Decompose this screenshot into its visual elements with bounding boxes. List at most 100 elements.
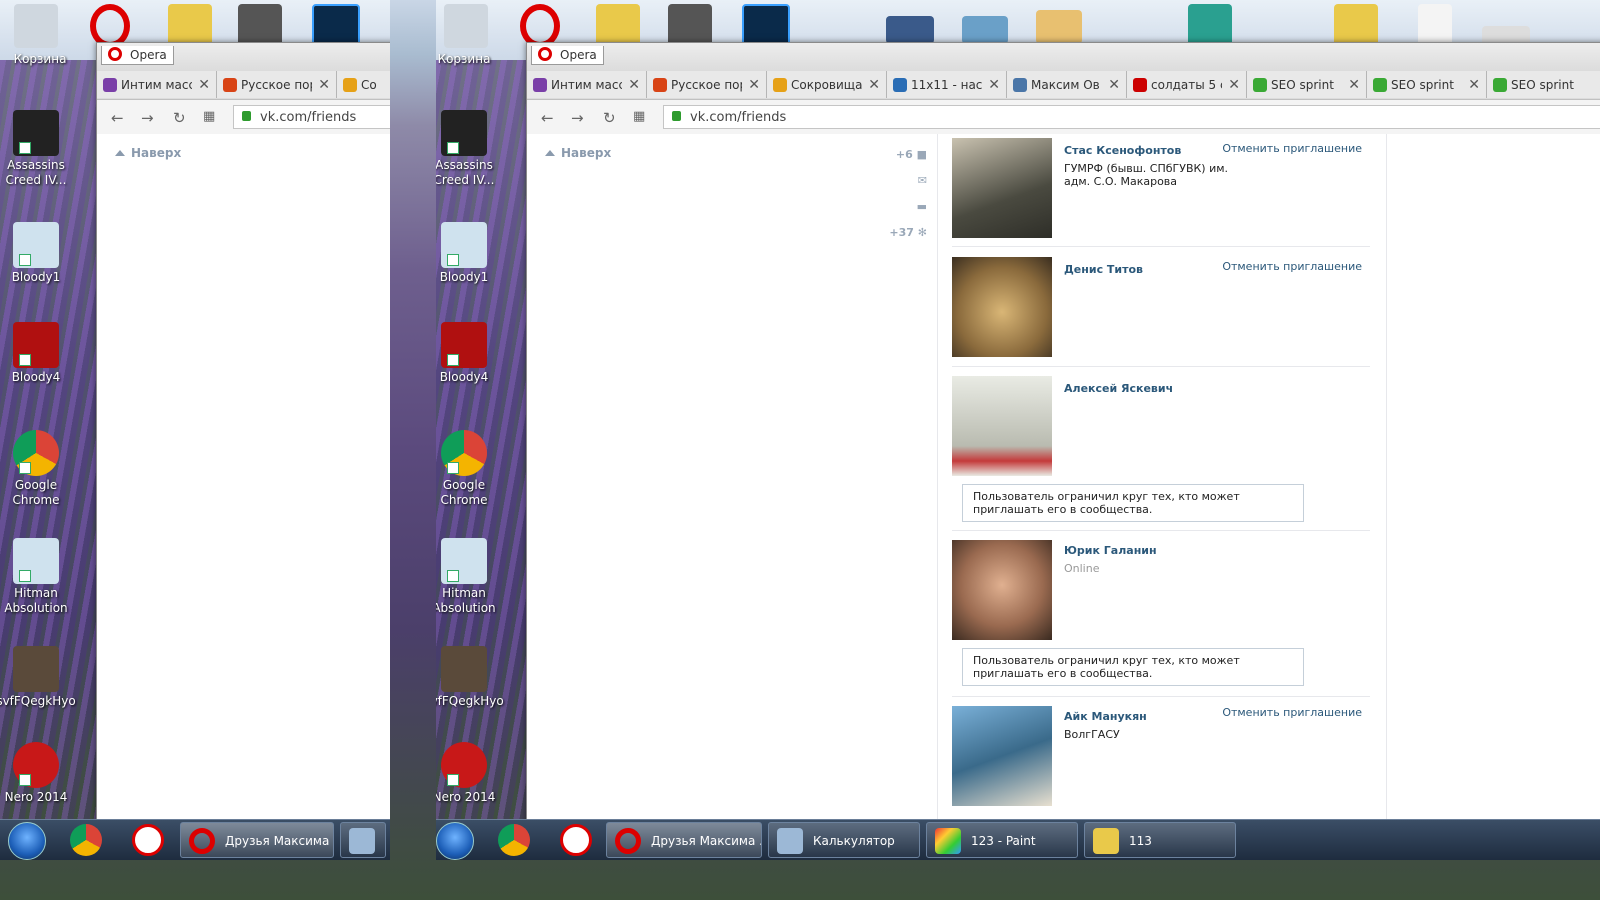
yandex-browser-icon[interactable] xyxy=(560,824,592,856)
tab-label: SEO sprint xyxy=(1271,77,1334,92)
tab[interactable]: 11x11 - насто ✕ xyxy=(887,71,1007,98)
avatar[interactable] xyxy=(952,376,1052,476)
tab-favicon-icon xyxy=(1373,77,1387,92)
desktop-icon-recycle-bin[interactable]: Корзина xyxy=(0,52,80,67)
recycle-bin-icon[interactable] xyxy=(444,4,488,48)
speed-dial-icon[interactable]: ▦ xyxy=(203,109,215,124)
url-field[interactable]: vk.com/friends xyxy=(663,105,1600,129)
friend-name-link[interactable]: Денис Титов xyxy=(1064,263,1143,276)
photos-counter[interactable]: +6 ■ xyxy=(887,148,927,161)
assassins-creed-icon xyxy=(13,110,59,156)
tab[interactable]: Максим Ов ✕ xyxy=(1007,71,1127,98)
tab[interactable]: SEO sprint ✕ xyxy=(1247,71,1367,98)
desktop-icon-assassins-creed[interactable]: Assassins Creed IV... xyxy=(0,110,76,188)
tab[interactable]: Русское пор ✕ xyxy=(217,71,337,98)
desktop-icon-hitman[interactable]: Hitman Absolution xyxy=(436,538,504,616)
messages-link[interactable]: ✉ xyxy=(887,174,927,187)
tab[interactable]: Сокровища ✕ xyxy=(767,71,887,98)
close-icon[interactable]: ✕ xyxy=(1468,77,1480,93)
arrow-up-icon xyxy=(545,150,555,156)
desktop-icon-bloody1[interactable]: Bloody1 xyxy=(436,222,504,285)
close-icon[interactable]: ✕ xyxy=(748,77,760,93)
desktop-icon-svf[interactable]: svfFQegkHyo xyxy=(0,646,76,709)
close-icon[interactable]: ✕ xyxy=(628,77,640,93)
chrome-icon[interactable] xyxy=(498,824,530,856)
opera-menu-label: Opera xyxy=(560,48,597,62)
yandex-browser-icon[interactable] xyxy=(132,824,164,856)
friend-name-link[interactable]: Алексей Яскевич xyxy=(1064,382,1173,395)
desktop-icon-chrome[interactable]: Google Chrome xyxy=(0,430,76,508)
cancel-invite-button[interactable]: Отменить приглашение xyxy=(1222,706,1362,719)
avatar[interactable] xyxy=(952,540,1052,640)
forward-icon[interactable]: → xyxy=(571,109,584,127)
tab-favicon-icon xyxy=(103,77,117,92)
desktop-icon-chrome[interactable]: Google Chrome xyxy=(436,430,504,508)
reload-icon[interactable]: ↻ xyxy=(603,109,616,127)
image-thumbnail-icon[interactable] xyxy=(962,16,1008,44)
tab[interactable]: SEO sprint xyxy=(1487,71,1600,98)
start-button[interactable] xyxy=(8,822,46,860)
opera-menu-button[interactable]: Opera xyxy=(101,46,174,65)
tab-label: SEO sprint xyxy=(1391,77,1454,92)
desktop-icon-bloody4[interactable]: Bloody4 xyxy=(436,322,504,385)
friend-name-link[interactable]: Юрик Галанин xyxy=(1064,544,1157,557)
image-thumbnail-icon[interactable] xyxy=(886,16,934,44)
speed-dial-icon[interactable]: ▦ xyxy=(633,109,645,124)
back-icon[interactable]: ← xyxy=(541,109,554,127)
close-icon[interactable]: ✕ xyxy=(318,77,330,93)
desktop-icon-nero[interactable]: Nero 2014 xyxy=(436,742,504,805)
start-button[interactable] xyxy=(436,822,474,860)
assassins-creed-icon xyxy=(441,110,487,156)
desktop-icon-nero[interactable]: Nero 2014 xyxy=(0,742,76,805)
tab[interactable]: солдаты 5 с ✕ xyxy=(1127,71,1247,98)
desktop-icon-bloody4[interactable]: Bloody4 xyxy=(0,322,76,385)
desktop-icon-svf[interactable]: svfFQegkHyo xyxy=(436,646,504,709)
friend-name-link[interactable]: Стас Ксенофонтов xyxy=(1064,144,1181,157)
desktop-icon-recycle-bin[interactable]: Корзина xyxy=(436,52,504,67)
close-icon[interactable]: ✕ xyxy=(1108,77,1120,93)
tab-favicon-icon xyxy=(893,77,907,92)
recycle-bin-icon[interactable] xyxy=(14,4,58,48)
tab-label: Со xyxy=(361,77,377,92)
taskbar-button-calculator[interactable]: Калькулятор xyxy=(768,822,920,858)
tab[interactable]: Интим масс ✕ xyxy=(527,71,647,98)
taskbar-button-folder[interactable]: 113 xyxy=(1084,822,1236,858)
scroll-to-top-link[interactable]: Наверх xyxy=(545,146,611,160)
close-icon[interactable]: ✕ xyxy=(868,77,880,93)
desktop-icon-assassins-creed[interactable]: Assassins Creed IV... xyxy=(436,110,504,188)
tab[interactable]: Русское пор ✕ xyxy=(647,71,767,98)
cancel-invite-button[interactable]: Отменить приглашение xyxy=(1222,260,1362,273)
tab[interactable]: Со xyxy=(337,71,390,98)
settings-counter[interactable]: +37 ✻ xyxy=(877,226,927,239)
url-field[interactable]: vk.com/friends xyxy=(233,105,390,129)
lock-icon xyxy=(242,111,251,121)
tab[interactable]: Интим масс ✕ xyxy=(97,71,217,98)
avatar[interactable] xyxy=(952,706,1052,806)
taskbar-button-paint[interactable]: 123 - Paint xyxy=(926,822,1078,858)
archive-icon[interactable] xyxy=(1036,10,1082,44)
calculator-icon xyxy=(349,828,375,854)
close-icon[interactable]: ✕ xyxy=(1228,77,1240,93)
forward-icon[interactable]: → xyxy=(141,109,154,127)
desktop-icon-hitman[interactable]: Hitman Absolution xyxy=(0,538,76,616)
avatar[interactable] xyxy=(952,257,1052,357)
desktop-icon-label: Hitman Absolution xyxy=(4,586,68,615)
reload-icon[interactable]: ↻ xyxy=(173,109,186,127)
desktop-icon-bloody1[interactable]: Bloody1 xyxy=(0,222,76,285)
taskbar-button-calculator[interactable] xyxy=(340,822,386,858)
scroll-to-top-link[interactable]: Наверх xyxy=(115,146,181,160)
close-icon[interactable]: ✕ xyxy=(198,77,210,93)
avatar[interactable] xyxy=(952,138,1052,238)
tab[interactable]: SEO sprint ✕ xyxy=(1367,71,1487,98)
taskbar-button-opera[interactable]: Друзья Максима ... xyxy=(606,822,762,858)
close-icon[interactable]: ✕ xyxy=(1348,77,1360,93)
chrome-icon[interactable] xyxy=(70,824,102,856)
opera-menu-button[interactable]: Opera xyxy=(531,46,604,65)
taskbar-button-opera[interactable]: Друзья Максима ... xyxy=(180,822,334,858)
friend-name-link[interactable]: Айк Манукян xyxy=(1064,710,1147,723)
comments-link[interactable]: ▬ xyxy=(887,200,927,213)
close-icon[interactable]: ✕ xyxy=(988,77,1000,93)
arrow-up-icon xyxy=(115,150,125,156)
cancel-invite-button[interactable]: Отменить приглашение xyxy=(1222,142,1362,155)
back-icon[interactable]: ← xyxy=(111,109,124,127)
